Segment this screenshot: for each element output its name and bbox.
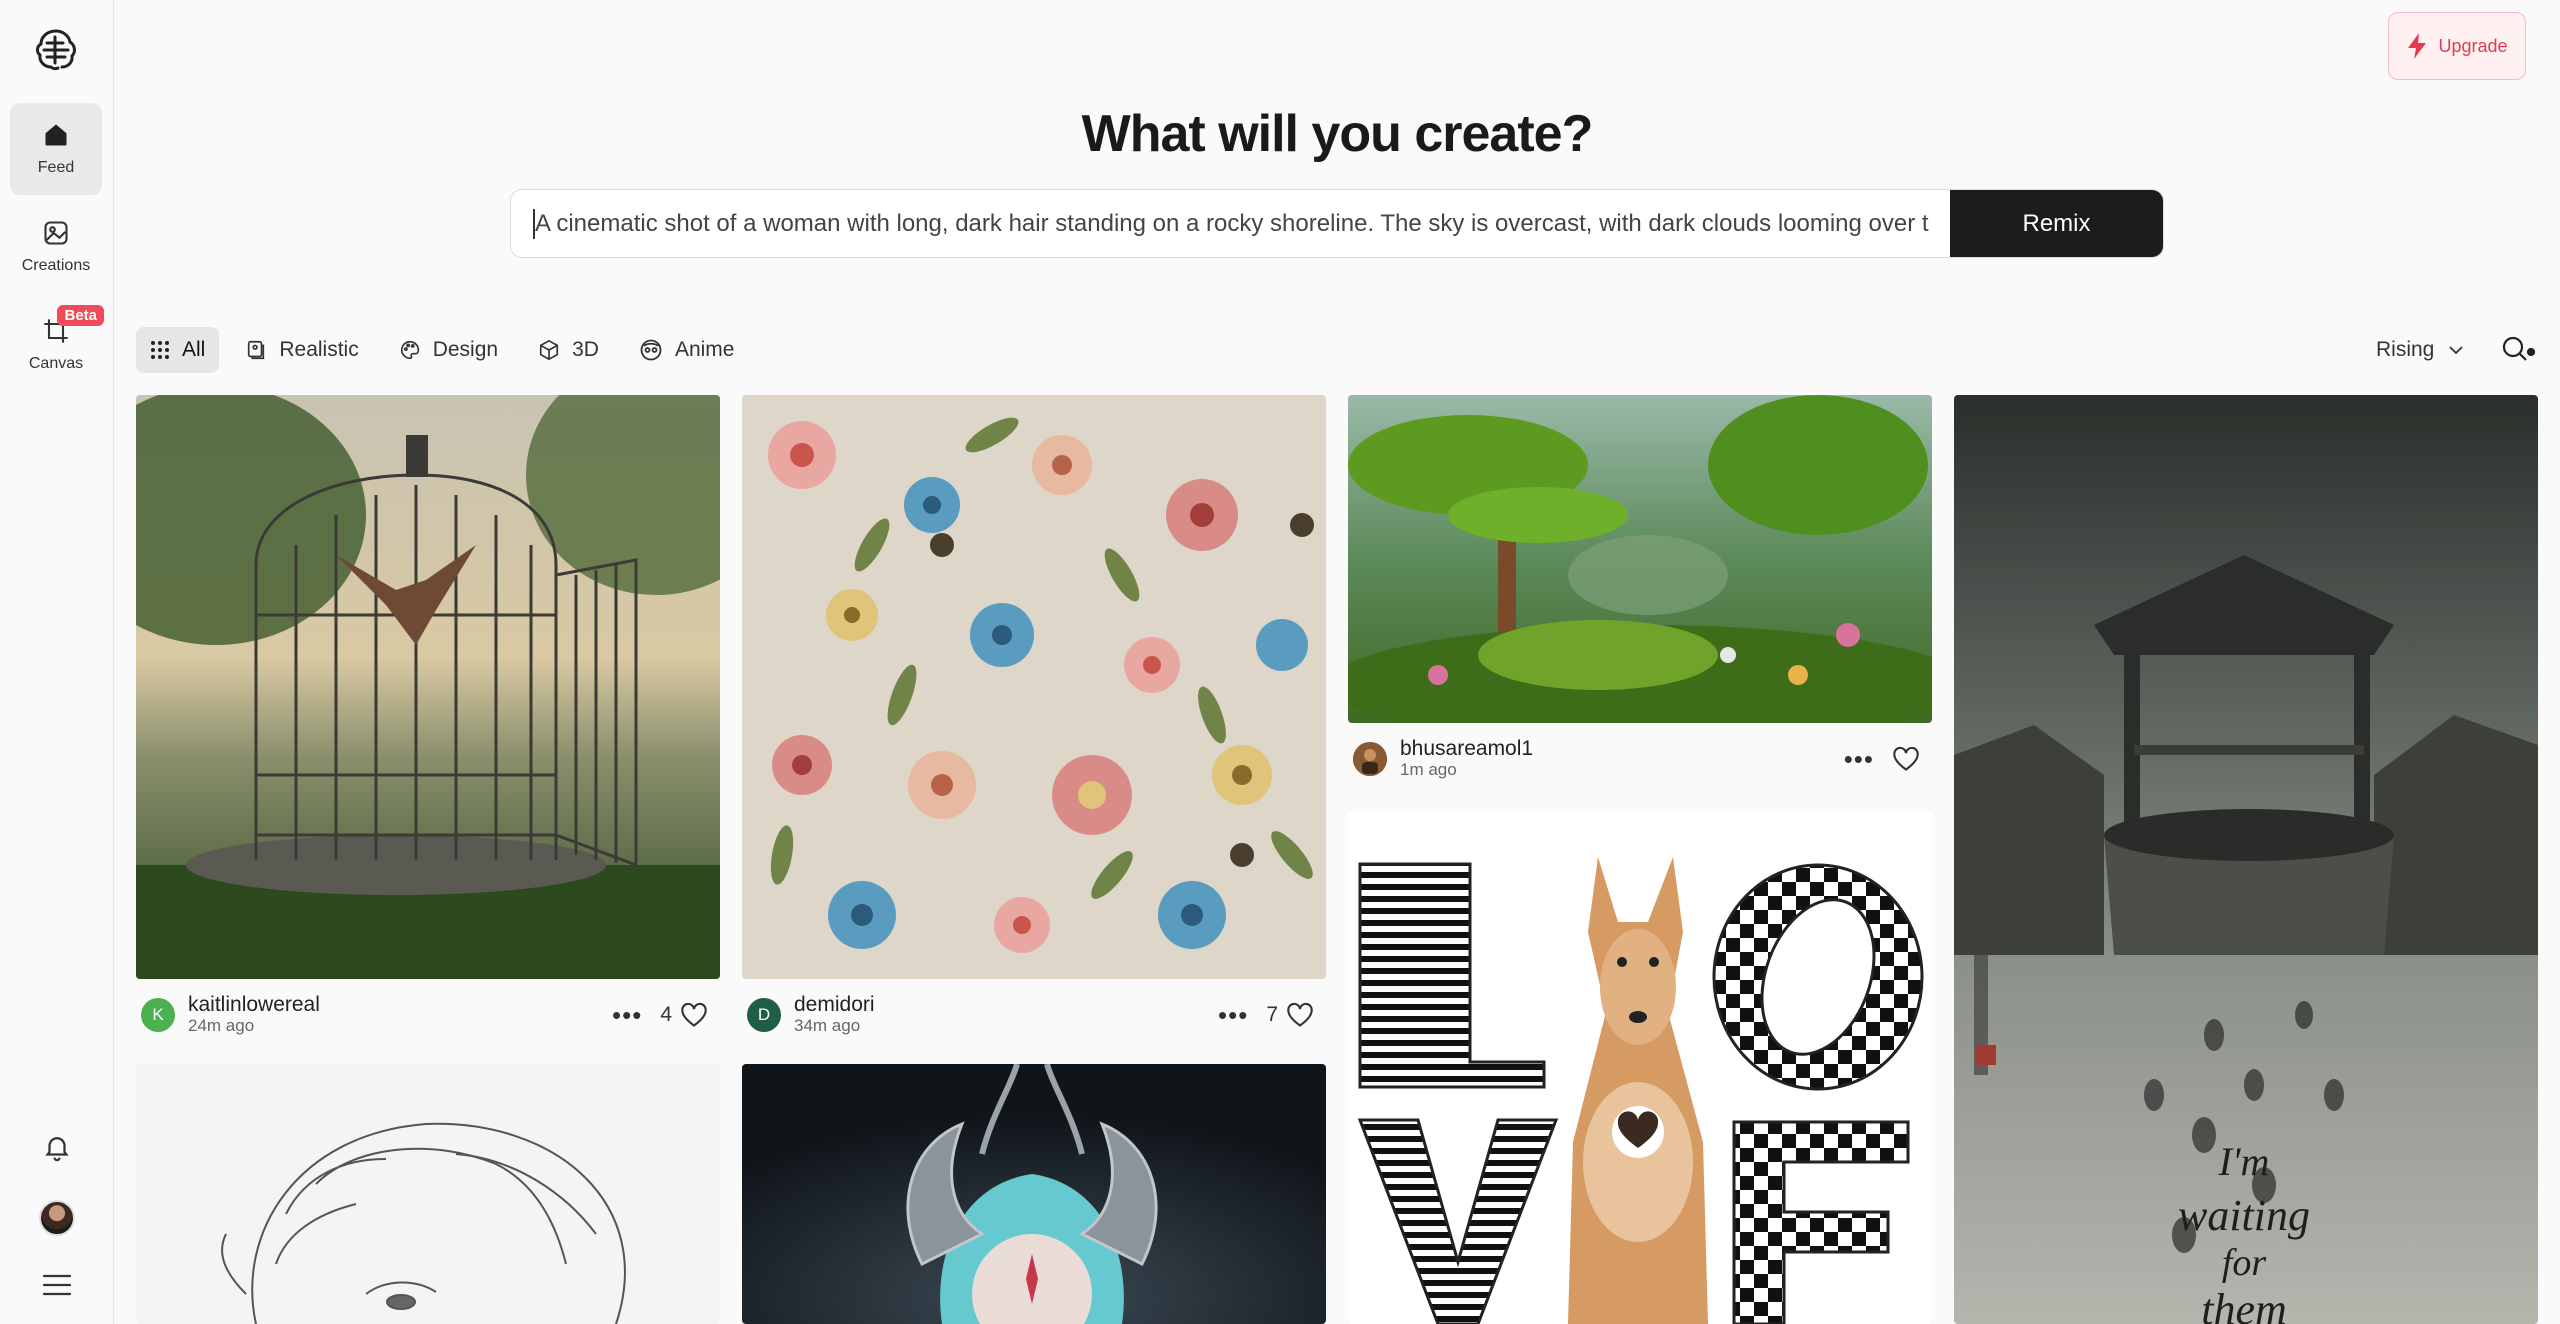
sidebar-item-label: Feed [37, 159, 75, 176]
more-options-icon[interactable]: ••• [612, 1002, 642, 1028]
upgrade-button[interactable]: Upgrade [2388, 12, 2526, 80]
username[interactable]: bhusareamol1 [1400, 737, 1533, 760]
tab-realistic[interactable]: Realistic [231, 327, 372, 373]
tab-label: Anime [674, 338, 735, 361]
avatar[interactable] [1353, 741, 1387, 776]
feed-card[interactable] [742, 1064, 1326, 1324]
timestamp: 24m ago [188, 1016, 255, 1036]
feed-card[interactable]: D demidori 34m ago ••• 7 [742, 395, 1326, 1035]
svg-text:for: for [2222, 1242, 2267, 1284]
avatar [39, 1200, 75, 1236]
image-icon [44, 221, 68, 245]
menu-button[interactable] [0, 1272, 114, 1298]
sidebar-item-feed[interactable]: Feed [10, 103, 102, 195]
heart-icon [1893, 746, 1919, 771]
feed-card[interactable]: bhusareamol1 1m ago ••• [1348, 395, 1932, 785]
tab-3d[interactable]: 3D [524, 327, 613, 373]
feed-card[interactable]: I'm waiting for them [1954, 395, 2538, 1324]
tab-all[interactable]: All [136, 327, 220, 373]
username[interactable]: kaitlinlowereal [188, 993, 320, 1016]
heart-icon [1287, 1002, 1313, 1027]
sidebar-item-label: Canvas [28, 355, 84, 372]
prompt-input[interactable] [533, 208, 1950, 239]
tab-label: Design [432, 338, 499, 361]
like-count: 7 [1266, 1002, 1278, 1026]
sidebar: Feed Creations Beta Canvas [0, 0, 114, 1324]
search-button[interactable] [2498, 332, 2538, 368]
sort-dropdown[interactable]: Rising [2376, 332, 2464, 368]
sidebar-item-creations[interactable]: Creations [10, 201, 102, 293]
timestamp: 34m ago [794, 1016, 861, 1036]
search-icon [2502, 336, 2535, 361]
tab-label: Realistic [279, 338, 359, 361]
grid-icon [151, 341, 169, 359]
home-icon [45, 124, 67, 146]
upgrade-label: Upgrade [2438, 35, 2508, 56]
svg-text:them: them [2201, 1285, 2287, 1324]
card-meta: K kaitlinlowereal 24m ago ••• 4 [136, 993, 720, 1036]
birdcage-photo[interactable] [136, 395, 720, 979]
love-dog-poster[interactable] [1348, 812, 1932, 1324]
3d-forest-scene[interactable] [1348, 395, 1932, 723]
notifications-button[interactable] [0, 1132, 114, 1162]
like-button[interactable]: 7 [1266, 1002, 1314, 1028]
sidebar-item-label: Creations [21, 257, 91, 274]
tab-anime[interactable]: Anime [625, 327, 749, 373]
feed-card[interactable] [1348, 812, 1932, 1324]
svg-text:waiting: waiting [2178, 1191, 2310, 1240]
app-logo-icon[interactable] [33, 27, 79, 73]
hamburger-menu-icon [42, 1274, 72, 1296]
category-filters: All Realistic Design 3D Anime [136, 327, 748, 373]
remix-button[interactable]: Remix [1950, 190, 2163, 257]
avatar[interactable]: D [747, 997, 781, 1032]
svg-text:I'm: I'm [2218, 1139, 2270, 1184]
palette-icon [400, 340, 419, 360]
realistic-icon [248, 340, 265, 360]
sidebar-item-canvas[interactable]: Beta Canvas [10, 299, 104, 391]
prompt-bar: Remix [510, 189, 2164, 258]
card-meta: bhusareamol1 1m ago ••• [1348, 737, 1932, 780]
fantasy-character[interactable] [742, 1064, 1326, 1324]
card-meta: D demidori 34m ago ••• 7 [742, 993, 1326, 1036]
like-button[interactable]: 4 [660, 1002, 708, 1028]
cube-icon [540, 339, 559, 361]
app-root: Feed Creations Beta Canvas Upgrade What … [0, 0, 2560, 1324]
like-button[interactable] [1892, 746, 1920, 772]
more-options-icon[interactable]: ••• [1844, 746, 1874, 772]
tab-label: All [182, 338, 206, 361]
tab-label: 3D [572, 338, 599, 361]
floral-pattern[interactable] [742, 395, 1326, 979]
more-options-icon[interactable]: ••• [1218, 1002, 1248, 1028]
village-well-sketch[interactable]: I'm waiting for them [1954, 395, 2538, 1324]
feed-card[interactable]: K kaitlinlowereal 24m ago ••• 4 [136, 395, 720, 1035]
chevron-down-icon [2449, 346, 2463, 355]
username[interactable]: demidori [794, 993, 875, 1016]
beta-badge: Beta [57, 305, 104, 326]
avatar[interactable]: K [141, 997, 175, 1032]
bell-icon [45, 1137, 69, 1162]
lightning-icon [2408, 33, 2427, 59]
profile-avatar-button[interactable] [0, 1200, 114, 1236]
page-title: What will you create? [1081, 105, 1594, 163]
feed-card[interactable] [136, 1064, 720, 1324]
sort-label: Rising [2376, 338, 2435, 361]
woman-sketch[interactable] [136, 1064, 720, 1324]
timestamp: 1m ago [1400, 760, 1457, 780]
tab-design[interactable]: Design [385, 327, 512, 373]
anime-face-icon [640, 339, 662, 361]
like-count: 4 [660, 1002, 672, 1026]
heart-icon [681, 1002, 707, 1027]
